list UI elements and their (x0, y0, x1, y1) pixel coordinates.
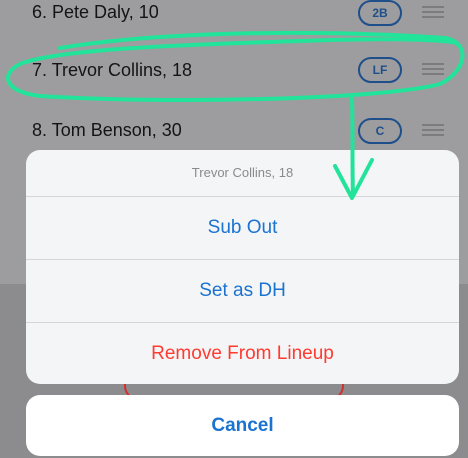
player-label: 7. Trevor Collins, 18 (32, 60, 193, 80)
cancel-button[interactable]: Cancel (26, 395, 459, 456)
player-label: 6. Pete Daly, 10 (32, 2, 159, 22)
remove-from-lineup-button[interactable]: Remove From Lineup (26, 323, 459, 384)
position-badge[interactable]: C (358, 118, 402, 144)
sub-out-button[interactable]: Sub Out (26, 197, 459, 260)
set-as-dh-button[interactable]: Set as DH (26, 260, 459, 323)
position-badge[interactable]: 2B (358, 0, 402, 26)
player-label: 8. Tom Benson, 30 (32, 120, 182, 140)
action-sheet-title: Trevor Collins, 18 (26, 150, 459, 197)
screen: 6. Pete Daly, 10 2B 7. Trevor Collins, 1… (0, 0, 468, 458)
reorder-handle-icon[interactable] (422, 63, 444, 75)
lineup-row[interactable]: 6. Pete Daly, 10 2B (0, 0, 468, 45)
reorder-handle-icon[interactable] (422, 6, 444, 18)
action-sheet: Trevor Collins, 18 Sub Out Set as DH Rem… (26, 150, 459, 384)
reorder-handle-icon[interactable] (422, 124, 444, 136)
position-badge[interactable]: LF (358, 57, 402, 83)
lineup-row[interactable]: 7. Trevor Collins, 18 LF (0, 40, 468, 103)
